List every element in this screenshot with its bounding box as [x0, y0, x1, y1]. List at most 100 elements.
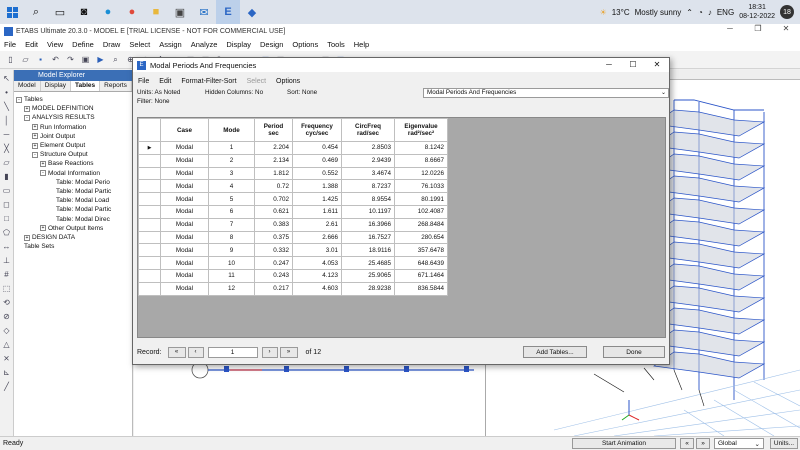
close-icon[interactable]: ✕: [772, 24, 800, 33]
row-selector[interactable]: [138, 268, 161, 283]
tree-node[interactable]: + Base Reactions: [16, 159, 130, 168]
tree-node[interactable]: + Element Output: [16, 141, 130, 150]
file-explorer-icon[interactable]: ■: [144, 0, 168, 24]
menu-draw[interactable]: Draw: [103, 40, 121, 49]
row-selector[interactable]: [138, 153, 161, 168]
table-cell[interactable]: Modal: [160, 192, 209, 206]
draw-column-icon[interactable]: │: [1, 115, 12, 126]
snap-line-icon[interactable]: ╱: [1, 381, 12, 392]
column-header-eigenvalue[interactable]: Eigenvalue rad²/sec²: [394, 118, 448, 142]
tab-display[interactable]: Display: [40, 81, 72, 91]
tree-node[interactable]: - Tables: [16, 95, 130, 104]
windows-start-icon[interactable]: [0, 0, 24, 24]
snap-perpendicular-icon[interactable]: ⊾: [1, 367, 12, 378]
select-previous-icon[interactable]: ⟲: [1, 297, 12, 308]
table-cell[interactable]: 4.123: [292, 268, 342, 283]
add-tables-button[interactable]: Add Tables...: [523, 346, 587, 358]
table-row[interactable]: Modal 6 0.621 1.611 10.1197 102.4087: [138, 204, 448, 219]
tree-node[interactable]: Table: Modal Load: [16, 196, 130, 205]
table-cell[interactable]: 268.8484: [394, 217, 448, 232]
table-row[interactable]: Modal 8 0.375 2.666 16.7527 280.654: [138, 230, 448, 245]
column-header-case[interactable]: Case: [160, 118, 209, 142]
row-selector[interactable]: ▶: [138, 141, 161, 155]
dialog-menu-file[interactable]: File: [138, 78, 149, 85]
expand-icon[interactable]: +: [32, 124, 38, 131]
next-record-button[interactable]: ›: [261, 346, 278, 358]
search-icon[interactable]: ⌕: [24, 0, 48, 24]
table-cell[interactable]: 25.4685: [341, 256, 395, 270]
tree-node[interactable]: Table: Modal Partic: [16, 205, 130, 214]
tree-node[interactable]: + Joint Output: [16, 132, 130, 141]
expand-icon[interactable]: +: [24, 234, 30, 241]
table-cell[interactable]: 10: [208, 256, 255, 270]
menu-tools[interactable]: Tools: [327, 40, 345, 49]
tray-chevron-icon[interactable]: ⌃: [686, 8, 693, 17]
table-cell[interactable]: 0.217: [254, 281, 293, 296]
table-cell[interactable]: Modal: [160, 179, 209, 194]
collapse-icon[interactable]: -: [16, 96, 22, 103]
table-cell[interactable]: 1.611: [292, 204, 342, 219]
column-header-circfreq[interactable]: CircFreq rad/sec: [341, 118, 395, 142]
tab-reports[interactable]: Reports: [100, 81, 132, 91]
table-cell[interactable]: 280.654: [394, 230, 448, 245]
table-cell[interactable]: 648.6439: [394, 256, 448, 270]
table-cell[interactable]: 0.702: [254, 192, 293, 206]
table-cell[interactable]: 80.1991: [394, 192, 448, 206]
table-cell[interactable]: 12.0226: [394, 166, 448, 181]
last-record-button[interactable]: »: [279, 346, 298, 358]
table-cell[interactable]: Modal: [160, 153, 209, 168]
table-cell[interactable]: 0.72: [254, 179, 293, 194]
table-row[interactable]: ▶ Modal 1 2.204 0.454 2.8503 8.1242: [138, 141, 448, 155]
table-cell[interactable]: 8.7237: [341, 179, 395, 194]
record-number-input[interactable]: 1: [207, 346, 258, 358]
table-cell[interactable]: 7: [208, 217, 255, 232]
table-cell[interactable]: 18.9116: [341, 243, 395, 258]
table-cell[interactable]: 836.5844: [394, 281, 448, 296]
table-row[interactable]: Modal 4 0.72 1.388 8.7237 76.1033: [138, 179, 448, 194]
done-button[interactable]: Done: [603, 346, 665, 358]
draw-rect-icon[interactable]: □: [1, 213, 12, 224]
table-cell[interactable]: 102.4087: [394, 204, 448, 219]
run-analysis-icon[interactable]: ▶: [94, 53, 107, 66]
redo-icon[interactable]: ↷: [64, 53, 77, 66]
collapse-icon[interactable]: -: [24, 115, 30, 121]
row-selector[interactable]: [138, 179, 161, 194]
table-cell[interactable]: Modal: [160, 281, 209, 296]
table-cell[interactable]: 76.1033: [394, 179, 448, 194]
snap-intersection-icon[interactable]: ⨯: [1, 353, 12, 364]
table-cell[interactable]: 6: [208, 204, 255, 219]
expand-icon[interactable]: +: [32, 142, 38, 149]
animation-forward-button[interactable]: »: [696, 438, 710, 449]
app-icon[interactable]: ◆: [240, 0, 264, 24]
table-cell[interactable]: 25.9065: [341, 268, 395, 283]
mail-icon[interactable]: ✉: [192, 0, 216, 24]
table-cell[interactable]: 1.425: [292, 192, 342, 206]
table-cell[interactable]: 16.7527: [341, 230, 395, 245]
draw-slab-icon[interactable]: ▭: [1, 185, 12, 196]
menu-display[interactable]: Display: [226, 40, 251, 49]
row-selector[interactable]: [138, 166, 161, 181]
table-cell[interactable]: 9: [208, 243, 255, 258]
minimize-icon[interactable]: ─: [716, 24, 744, 33]
expand-icon[interactable]: +: [40, 161, 46, 168]
table-cell[interactable]: Modal: [160, 204, 209, 219]
draw-joint-icon[interactable]: •: [1, 87, 12, 98]
table-row[interactable]: Modal 2 2.134 0.469 2.9439 8.6667: [138, 153, 448, 168]
row-selector[interactable]: [138, 243, 161, 258]
menu-design[interactable]: Design: [260, 40, 283, 49]
expand-icon[interactable]: +: [24, 105, 30, 112]
draw-poly-icon[interactable]: ⬠: [1, 227, 12, 238]
table-cell[interactable]: 0.552: [292, 166, 342, 181]
table-cell[interactable]: 1: [208, 141, 255, 155]
task-view-icon[interactable]: ▭: [48, 0, 72, 24]
notification-badge[interactable]: 18: [780, 5, 794, 19]
table-cell[interactable]: 4.603: [292, 281, 342, 296]
dialog-menu-edit[interactable]: Edit: [159, 78, 171, 85]
table-cell[interactable]: 357.6478: [394, 243, 448, 258]
snap-midpoint-icon[interactable]: △: [1, 339, 12, 350]
collapse-icon[interactable]: -: [40, 170, 46, 177]
table-cell[interactable]: 8: [208, 230, 255, 245]
table-cell[interactable]: 8.6667: [394, 153, 448, 168]
expand-icon[interactable]: +: [32, 133, 38, 140]
table-cell[interactable]: 11: [208, 268, 255, 283]
